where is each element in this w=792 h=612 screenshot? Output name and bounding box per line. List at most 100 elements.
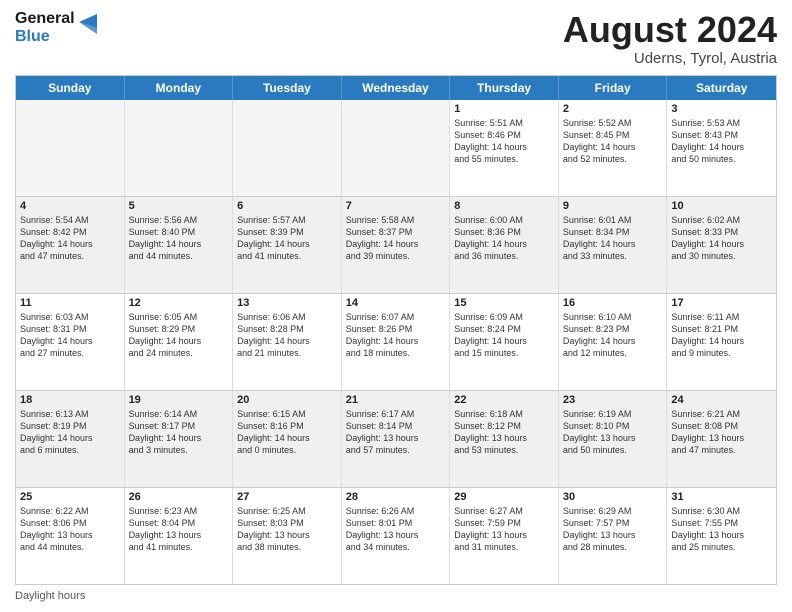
logo-blue: Blue	[15, 28, 50, 45]
calendar-cell: 21 Sunrise: 6:17 AM Sunset: 8:14 PM Dayli…	[342, 391, 451, 487]
day-info: Sunrise: 6:11 AM Sunset: 8:21 PM Dayligh…	[671, 311, 772, 360]
calendar-cell	[233, 100, 342, 196]
calendar-cell: 24 Sunrise: 6:21 AM Sunset: 8:08 PM Dayli…	[667, 391, 776, 487]
day-info: Sunrise: 6:13 AM Sunset: 8:19 PM Dayligh…	[20, 408, 120, 457]
calendar-header-cell: Thursday	[450, 76, 559, 100]
day-number: 5	[129, 200, 229, 212]
day-number: 18	[20, 394, 120, 406]
day-info: Sunrise: 6:17 AM Sunset: 8:14 PM Dayligh…	[346, 408, 446, 457]
day-info: Sunrise: 6:15 AM Sunset: 8:16 PM Dayligh…	[237, 408, 337, 457]
day-number: 23	[563, 394, 663, 406]
header: General Blue August 2024 Uderns, Tyrol, …	[15, 10, 777, 67]
calendar-cell: 20 Sunrise: 6:15 AM Sunset: 8:16 PM Dayli…	[233, 391, 342, 487]
calendar-cell: 17 Sunrise: 6:11 AM Sunset: 8:21 PM Dayli…	[667, 294, 776, 390]
day-number: 3	[671, 103, 772, 115]
day-number: 9	[563, 200, 663, 212]
logo-general: General	[15, 10, 75, 27]
day-number: 27	[237, 491, 337, 503]
calendar-week: 4 Sunrise: 5:54 AM Sunset: 8:42 PM Daylig…	[16, 197, 776, 294]
calendar-cell: 14Sunrise: 6:07 AM Sunset: 8:26 PM Dayli…	[342, 294, 451, 390]
calendar-header-cell: Saturday	[667, 76, 776, 100]
day-info: Sunrise: 6:29 AM Sunset: 7:57 PM Dayligh…	[563, 505, 663, 554]
day-info: Sunrise: 5:52 AM Sunset: 8:45 PM Dayligh…	[563, 117, 663, 166]
title-block: August 2024 Uderns, Tyrol, Austria	[563, 10, 777, 67]
day-info: Sunrise: 5:53 AM Sunset: 8:43 PM Dayligh…	[671, 117, 772, 166]
day-info: Sunrise: 6:18 AM Sunset: 8:12 PM Dayligh…	[454, 408, 554, 457]
calendar-cell: 3 Sunrise: 5:53 AM Sunset: 8:43 PM Daylig…	[667, 100, 776, 196]
day-info: Sunrise: 5:51 AM Sunset: 8:46 PM Dayligh…	[454, 117, 554, 166]
calendar-cell	[16, 100, 125, 196]
calendar-cell: 28 Sunrise: 6:26 AM Sunset: 8:01 PM Dayli…	[342, 488, 451, 584]
calendar-cell: 11 Sunrise: 6:03 AM Sunset: 8:31 PM Dayli…	[16, 294, 125, 390]
day-number: 6	[237, 200, 337, 212]
calendar-week: 25 Sunrise: 6:22 AM Sunset: 8:06 PM Dayli…	[16, 488, 776, 584]
day-info: Sunrise: 6:27 AM Sunset: 7:59 PM Dayligh…	[454, 505, 554, 554]
day-number: 2	[563, 103, 663, 115]
day-info: Sunrise: 6:06 AM Sunset: 8:28 PM Dayligh…	[237, 311, 337, 360]
calendar-cell: 23 Sunrise: 6:19 AM Sunset: 8:10 PM Dayli…	[559, 391, 668, 487]
day-number: 17	[671, 297, 772, 309]
day-number: 1	[454, 103, 554, 115]
day-number: 15	[454, 297, 554, 309]
day-info: Sunrise: 6:10 AM Sunset: 8:23 PM Dayligh…	[563, 311, 663, 360]
day-number: 11	[20, 297, 120, 309]
calendar-header-cell: Wednesday	[342, 76, 451, 100]
calendar-cell: 2 Sunrise: 5:52 AM Sunset: 8:45 PM Daylig…	[559, 100, 668, 196]
day-info: Sunrise: 6:25 AM Sunset: 8:03 PM Dayligh…	[237, 505, 337, 554]
calendar-cell: 18 Sunrise: 6:13 AM Sunset: 8:19 PM Dayli…	[16, 391, 125, 487]
calendar-header-row: SundayMondayTuesdayWednesdayThursdayFrid…	[16, 76, 776, 100]
day-number: 29	[454, 491, 554, 503]
footer-note: Daylight hours	[15, 590, 777, 602]
day-number: 31	[671, 491, 772, 503]
calendar-cell: 5 Sunrise: 5:56 AM Sunset: 8:40 PM Daylig…	[125, 197, 234, 293]
day-info: Sunrise: 6:30 AM Sunset: 7:55 PM Dayligh…	[671, 505, 772, 554]
day-info: Sunrise: 6:26 AM Sunset: 8:01 PM Dayligh…	[346, 505, 446, 554]
day-info: Sunrise: 6:09 AM Sunset: 8:24 PM Dayligh…	[454, 311, 554, 360]
calendar-cell: 13Sunrise: 6:06 AM Sunset: 8:28 PM Dayli…	[233, 294, 342, 390]
calendar-cell: 10 Sunrise: 6:02 AM Sunset: 8:33 PM Dayli…	[667, 197, 776, 293]
day-number: 24	[671, 394, 772, 406]
day-info: Sunrise: 5:56 AM Sunset: 8:40 PM Dayligh…	[129, 214, 229, 263]
day-number: 12	[129, 297, 229, 309]
calendar-week: 18 Sunrise: 6:13 AM Sunset: 8:19 PM Dayli…	[16, 391, 776, 488]
calendar-header-cell: Monday	[125, 76, 234, 100]
calendar-week: 1 Sunrise: 5:51 AM Sunset: 8:46 PM Daylig…	[16, 100, 776, 197]
calendar-cell: 7Sunrise: 5:58 AM Sunset: 8:37 PM Daylig…	[342, 197, 451, 293]
calendar-cell: 25 Sunrise: 6:22 AM Sunset: 8:06 PM Dayli…	[16, 488, 125, 584]
day-info: Sunrise: 5:54 AM Sunset: 8:42 PM Dayligh…	[20, 214, 120, 263]
calendar-cell: 22 Sunrise: 6:18 AM Sunset: 8:12 PM Dayli…	[450, 391, 559, 487]
page: General Blue August 2024 Uderns, Tyrol, …	[0, 0, 792, 612]
day-info: Sunrise: 5:57 AM Sunset: 8:39 PM Dayligh…	[237, 214, 337, 263]
calendar-cell: 15 Sunrise: 6:09 AM Sunset: 8:24 PM Dayli…	[450, 294, 559, 390]
day-number: 4	[20, 200, 120, 212]
day-number: 16	[563, 297, 663, 309]
calendar-cell: 16 Sunrise: 6:10 AM Sunset: 8:23 PM Dayli…	[559, 294, 668, 390]
day-number: 25	[20, 491, 120, 503]
day-info: Sunrise: 6:02 AM Sunset: 8:33 PM Dayligh…	[671, 214, 772, 263]
day-info: Sunrise: 6:21 AM Sunset: 8:08 PM Dayligh…	[671, 408, 772, 457]
calendar-header-cell: Sunday	[16, 76, 125, 100]
day-number: 20	[237, 394, 337, 406]
day-number: 21	[346, 394, 446, 406]
day-info: Sunrise: 6:22 AM Sunset: 8:06 PM Dayligh…	[20, 505, 120, 554]
calendar-cell	[342, 100, 451, 196]
calendar-cell: 12Sunrise: 6:05 AM Sunset: 8:29 PM Dayli…	[125, 294, 234, 390]
day-info: Sunrise: 6:19 AM Sunset: 8:10 PM Dayligh…	[563, 408, 663, 457]
calendar-cell: 8Sunrise: 6:00 AM Sunset: 8:36 PM Daylig…	[450, 197, 559, 293]
day-number: 28	[346, 491, 446, 503]
calendar-cell: 31 Sunrise: 6:30 AM Sunset: 7:55 PM Dayli…	[667, 488, 776, 584]
day-info: Sunrise: 6:00 AM Sunset: 8:36 PM Dayligh…	[454, 214, 554, 263]
day-number: 14	[346, 297, 446, 309]
day-number: 19	[129, 394, 229, 406]
calendar: SundayMondayTuesdayWednesdayThursdayFrid…	[15, 75, 777, 585]
subtitle: Uderns, Tyrol, Austria	[563, 50, 777, 67]
calendar-header-cell: Friday	[559, 76, 668, 100]
calendar-cell: 19 Sunrise: 6:14 AM Sunset: 8:17 PM Dayli…	[125, 391, 234, 487]
day-info: Sunrise: 6:03 AM Sunset: 8:31 PM Dayligh…	[20, 311, 120, 360]
day-number: 10	[671, 200, 772, 212]
calendar-cell: 1 Sunrise: 5:51 AM Sunset: 8:46 PM Daylig…	[450, 100, 559, 196]
day-info: Sunrise: 6:14 AM Sunset: 8:17 PM Dayligh…	[129, 408, 229, 457]
day-info: Sunrise: 5:58 AM Sunset: 8:37 PM Dayligh…	[346, 214, 446, 263]
logo: General Blue	[15, 10, 97, 45]
day-number: 22	[454, 394, 554, 406]
